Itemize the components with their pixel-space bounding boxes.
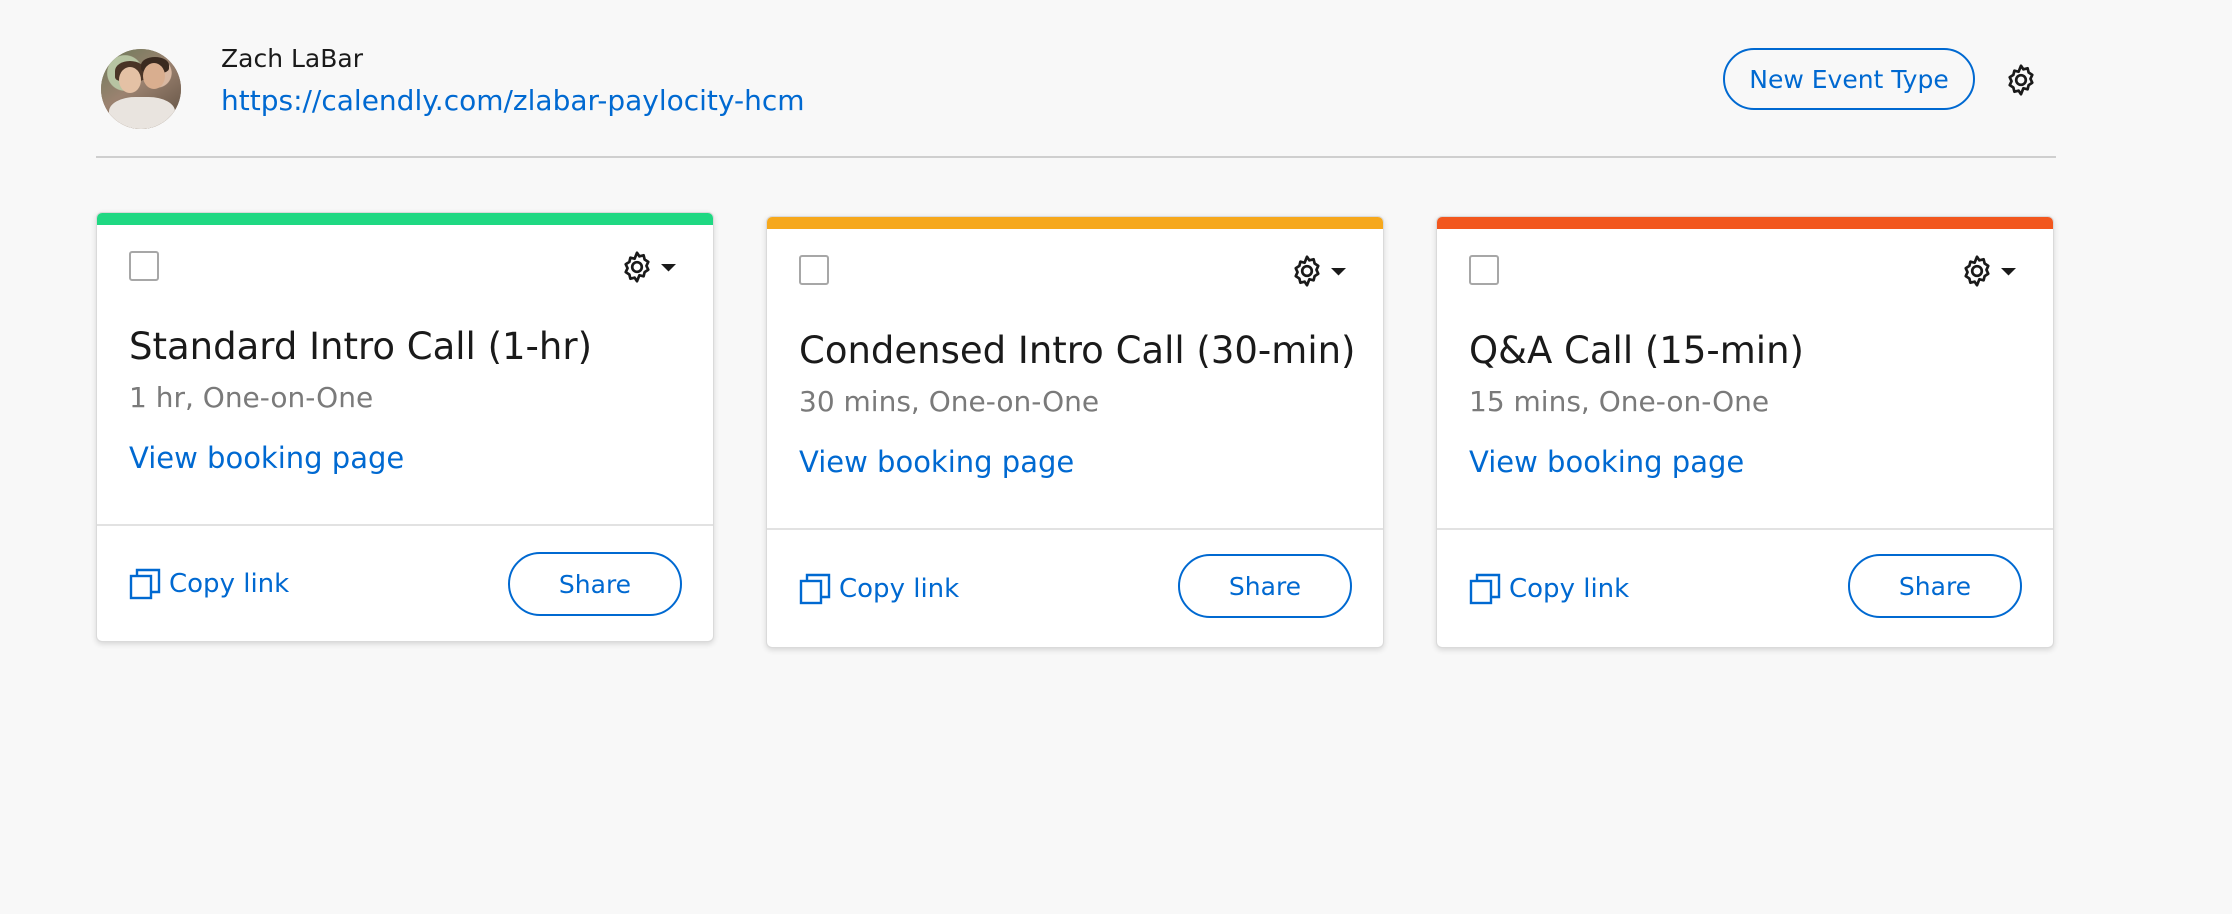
event-color-bar <box>767 217 1383 229</box>
card-divider <box>97 524 713 526</box>
copy-link-label: Copy link <box>1509 574 1630 604</box>
view-booking-page-link[interactable]: View booking page <box>799 445 1074 479</box>
share-button[interactable]: Share <box>1178 554 1352 618</box>
copy-icon <box>1469 573 1501 605</box>
user-name: Zach LaBar <box>221 44 363 73</box>
gear-icon[interactable] <box>2003 62 2039 98</box>
share-button[interactable]: Share <box>1848 554 2022 618</box>
event-title: Q&A Call (15-min) <box>1469 329 1804 372</box>
share-button[interactable]: Share <box>508 552 682 616</box>
event-title: Condensed Intro Call (30-min) <box>799 329 1356 372</box>
user-scheduling-link[interactable]: https://calendly.com/zlabar-paylocity-hc… <box>221 84 805 117</box>
card-divider <box>767 528 1383 530</box>
view-booking-page-link[interactable]: View booking page <box>129 441 404 475</box>
avatar[interactable] <box>101 49 181 129</box>
avatar-face-right <box>143 63 165 89</box>
gear-dropdown-icon[interactable] <box>1289 253 1349 289</box>
select-checkbox[interactable] <box>799 255 829 285</box>
card-divider <box>1437 528 2053 530</box>
event-color-bar <box>1437 217 2053 229</box>
event-type-card: Standard Intro Call (1-hr) 1 hr, One-on-… <box>96 212 714 642</box>
view-booking-page-link[interactable]: View booking page <box>1469 445 1744 479</box>
copy-link-button[interactable]: Copy link <box>1469 571 1629 607</box>
event-type-card: Q&A Call (15-min) 15 mins, One-on-One Vi… <box>1436 216 2054 648</box>
select-checkbox[interactable] <box>129 251 159 281</box>
event-details: 30 mins, One-on-One <box>799 385 1100 418</box>
copy-icon <box>799 573 831 605</box>
copy-link-button[interactable]: Copy link <box>129 566 289 602</box>
event-title: Standard Intro Call (1-hr) <box>129 325 593 368</box>
gear-dropdown-icon[interactable] <box>1959 253 2019 289</box>
new-event-type-button[interactable]: New Event Type <box>1723 48 1975 110</box>
copy-icon <box>129 568 161 600</box>
event-details: 15 mins, One-on-One <box>1469 385 1770 418</box>
event-details: 1 hr, One-on-One <box>129 381 374 414</box>
avatar-shirt <box>109 97 175 129</box>
avatar-face-left <box>119 67 141 93</box>
event-type-card: Condensed Intro Call (30-min) 30 mins, O… <box>766 216 1384 648</box>
profile-header: Zach LaBar https://calendly.com/zlabar-p… <box>96 44 2056 158</box>
select-checkbox[interactable] <box>1469 255 1499 285</box>
copy-link-label: Copy link <box>839 574 960 604</box>
event-color-bar <box>97 213 713 225</box>
copy-link-button[interactable]: Copy link <box>799 571 959 607</box>
copy-link-label: Copy link <box>169 569 290 599</box>
gear-dropdown-icon[interactable] <box>619 249 679 285</box>
